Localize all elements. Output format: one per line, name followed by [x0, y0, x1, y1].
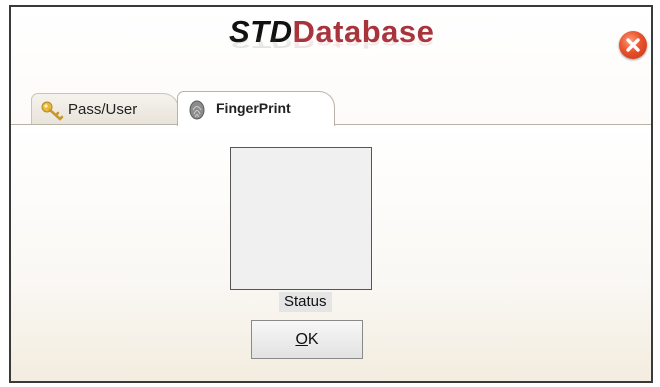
tab-pass-user-label: Pass/User — [68, 101, 138, 118]
key-icon — [40, 100, 64, 126]
login-window: STDDatabase STDDatabase Pass/User Finger… — [9, 5, 653, 383]
logo-reflection-database: Database — [292, 32, 435, 52]
fingerprint-panel: Status OK — [11, 124, 651, 381]
status-label: Status — [279, 292, 332, 312]
tab-fingerprint-label: FingerPrint — [216, 100, 291, 116]
window-header: STDDatabase STDDatabase — [11, 7, 651, 97]
fingerprint-icon — [186, 98, 208, 126]
ok-label-rest: K — [307, 331, 319, 348]
logo-reflection-std: STD — [229, 32, 293, 52]
close-button[interactable] — [619, 31, 647, 59]
close-icon — [626, 38, 640, 52]
tab-fingerprint[interactable]: FingerPrint — [177, 91, 335, 126]
tab-pass-user[interactable]: Pass/User — [31, 93, 179, 125]
fingerprint-image-box — [230, 147, 372, 290]
ok-mnemonic: O — [295, 331, 308, 348]
ok-button[interactable]: OK — [251, 320, 363, 359]
logo-reflection: STDDatabase — [229, 32, 434, 52]
